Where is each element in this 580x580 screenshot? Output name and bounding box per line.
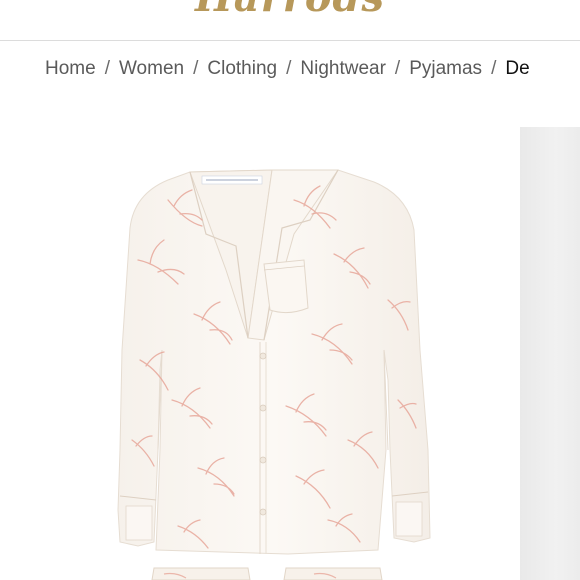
breadcrumb-separator: / bbox=[104, 58, 110, 79]
breadcrumb-pyjamas[interactable]: Pyjamas bbox=[409, 58, 482, 79]
breadcrumb-nightwear[interactable]: Nightwear bbox=[300, 58, 386, 79]
breadcrumb-current: De bbox=[505, 58, 530, 79]
product-image-main[interactable] bbox=[98, 150, 482, 580]
product-image-next[interactable] bbox=[520, 127, 580, 580]
header-divider bbox=[0, 40, 580, 41]
pyjama-shirt-illustration bbox=[117, 169, 431, 580]
breadcrumb-women[interactable]: Women bbox=[119, 58, 184, 79]
harrods-logo[interactable]: Harrods bbox=[0, 0, 580, 18]
breadcrumb-separator: / bbox=[491, 58, 497, 79]
breadcrumb-home[interactable]: Home bbox=[45, 58, 96, 79]
breadcrumb-separator: / bbox=[394, 58, 401, 79]
breadcrumb-clothing[interactable]: Clothing bbox=[207, 58, 277, 79]
breadcrumb: Home / Women / Clothing / Nightwear / Pyjamas / De bbox=[45, 57, 536, 83]
breadcrumb-separator: / bbox=[193, 58, 199, 79]
breadcrumb-separator: / bbox=[286, 58, 292, 79]
page: Harrods Home / Women / Clothing / Nightwear / Py… bbox=[0, 0, 580, 580]
